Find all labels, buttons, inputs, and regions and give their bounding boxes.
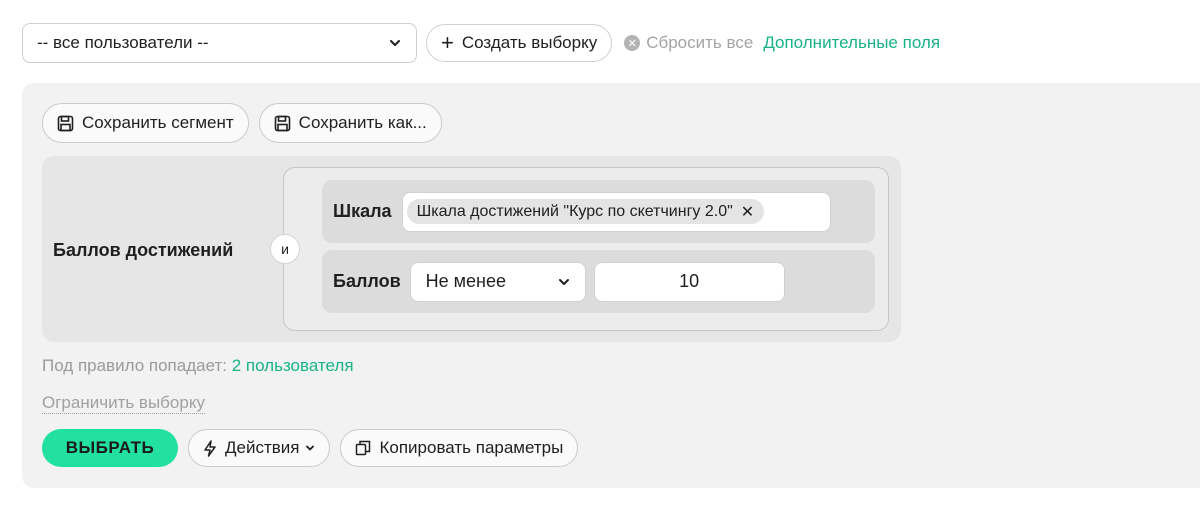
reset-all-button[interactable]: ✕ Сбросить все	[624, 33, 753, 53]
copy-params-label: Копировать параметры	[379, 438, 564, 457]
save-as-label: Сохранить как...	[298, 113, 427, 132]
condition-row-scale: Шкала Шкала достижений "Курс по скетчинг…	[322, 180, 875, 243]
plus-icon: +	[441, 30, 454, 55]
save-segment-button[interactable]: Сохранить сегмент	[42, 103, 249, 143]
points-value-input[interactable]	[593, 261, 785, 302]
copy-params-button[interactable]: Копировать параметры	[340, 429, 579, 467]
extra-fields-link[interactable]: Дополнительные поля	[763, 33, 940, 53]
logic-operator-badge[interactable]: и	[270, 234, 300, 264]
condition-group: Шкала Шкала достижений "Курс по скетчинг…	[283, 167, 889, 331]
rule-label: Баллов достижений	[53, 240, 234, 260]
reset-all-label: Сбросить все	[646, 33, 754, 52]
operator-select[interactable]: Не менее	[409, 261, 586, 302]
actions-dropdown[interactable]: Действия	[188, 429, 331, 467]
chevron-down-icon	[390, 40, 400, 46]
match-count-link[interactable]: 2 пользователя	[232, 356, 354, 375]
user-filter-value: -- все пользователи --	[37, 33, 209, 52]
chevron-down-icon	[558, 278, 569, 285]
floppy-disk-icon	[274, 115, 290, 131]
scale-chip: Шкала достижений "Курс по скетчингу 2.0"…	[406, 199, 765, 224]
rule-block: Баллов достижений и Шкала Шкала достижен…	[42, 156, 901, 342]
save-actions: Сохранить сегмент Сохранить как...	[42, 103, 442, 143]
scale-chip-label: Шкала достижений "Курс по скетчингу 2.0"	[416, 202, 733, 220]
create-selection-button[interactable]: + Создать выборку	[426, 24, 613, 62]
user-filter-select[interactable]: -- все пользователи --	[22, 23, 417, 63]
save-as-button[interactable]: Сохранить как...	[258, 103, 442, 143]
floppy-disk-icon	[57, 115, 74, 131]
top-toolbar: -- все пользователи -- + Создать выборку…	[22, 23, 940, 63]
copy-icon	[356, 440, 371, 456]
condition-key: Шкала	[333, 201, 392, 221]
match-summary: Под правило попадает: 2 пользователя	[42, 356, 354, 376]
actions-label: Действия	[225, 438, 300, 457]
select-button[interactable]: ВЫБРАТЬ	[42, 429, 178, 467]
condition-key: Баллов	[333, 271, 401, 291]
chevron-down-icon	[306, 445, 315, 451]
condition-row-points: Баллов Не менее	[322, 250, 875, 313]
close-circle-icon: ✕	[624, 35, 641, 51]
lightning-icon	[204, 439, 216, 457]
limit-selection-link[interactable]: Ограничить выборку	[42, 392, 205, 414]
remove-chip-icon[interactable]: ✕	[741, 202, 754, 222]
segment-panel: Сохранить сегмент Сохранить как... Балло…	[22, 83, 1200, 488]
operator-value: Не менее	[425, 271, 506, 291]
bottom-actions: ВЫБРАТЬ Действия Копировать параметры	[42, 429, 579, 467]
save-segment-label: Сохранить сегмент	[82, 113, 234, 132]
scale-multiselect[interactable]: Шкала достижений "Курс по скетчингу 2.0"…	[401, 191, 831, 232]
match-prefix: Под правило попадает:	[42, 356, 227, 375]
create-selection-label: Создать выборку	[461, 33, 598, 52]
